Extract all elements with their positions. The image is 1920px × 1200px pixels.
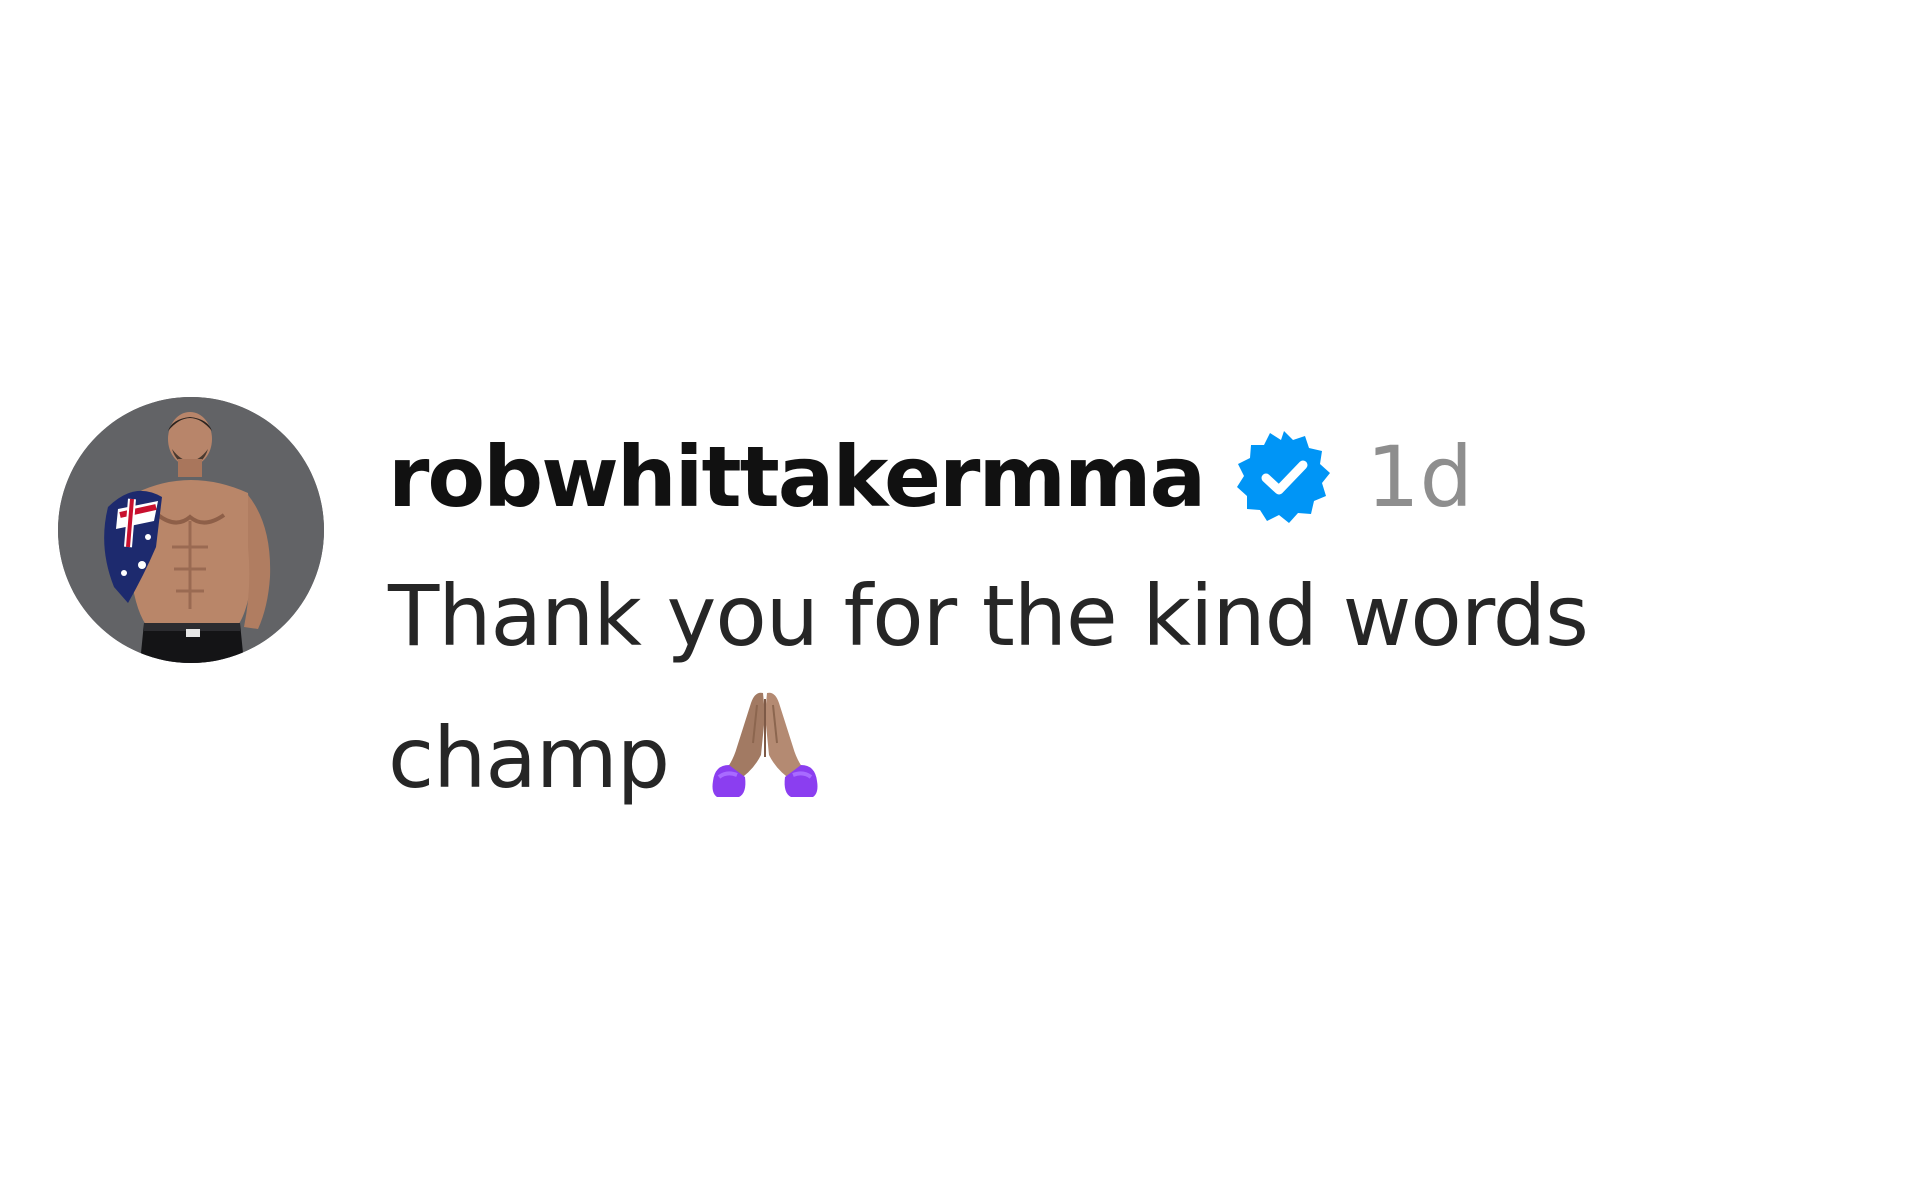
comment-text-line-2: champ bbox=[388, 685, 1878, 827]
folded-hands-emoji-icon bbox=[707, 685, 823, 801]
comment-header: robwhittakermma 1d bbox=[388, 417, 1473, 537]
avatar-photo bbox=[58, 397, 324, 663]
username-link[interactable]: robwhittakermma bbox=[388, 428, 1206, 526]
comment-timestamp[interactable]: 1d bbox=[1366, 428, 1473, 526]
comment-text-line-2-words: champ bbox=[388, 709, 670, 807]
avatar[interactable] bbox=[58, 397, 324, 663]
comment-text: Thank you for the kind words champ bbox=[388, 547, 1878, 827]
comment-screenshot: robwhittakermma 1d Thank you for the kin… bbox=[0, 0, 1920, 1200]
verified-badge-icon bbox=[1234, 427, 1334, 527]
comment-text-line-1: Thank you for the kind words bbox=[388, 567, 1589, 665]
comment-item: robwhittakermma 1d Thank you for the kin… bbox=[58, 397, 1878, 857]
